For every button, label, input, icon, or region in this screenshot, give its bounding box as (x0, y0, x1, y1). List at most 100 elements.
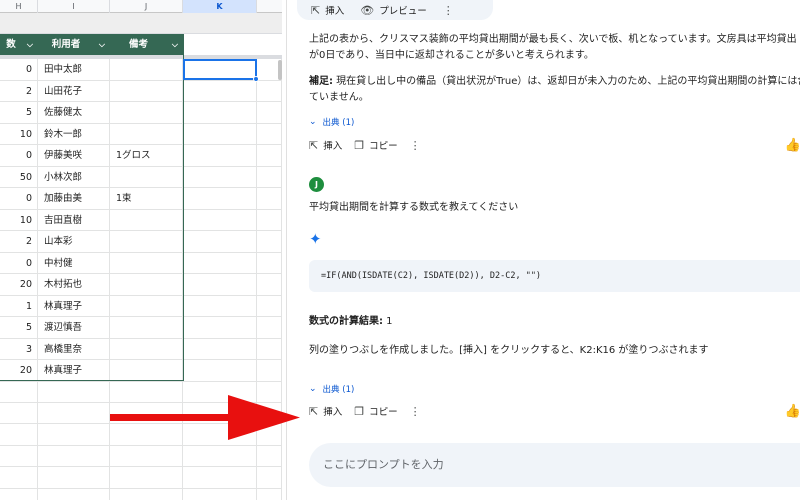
cell-l[interactable] (257, 166, 282, 188)
cell-l[interactable] (257, 102, 282, 124)
cell-l[interactable] (257, 145, 282, 167)
chevron-down-icon[interactable]: ⌵ (27, 34, 33, 55)
cell-l[interactable] (257, 252, 282, 274)
cell-l[interactable] (257, 188, 282, 210)
cell-user[interactable]: 渡辺慎吾 (38, 317, 110, 339)
cell-l[interactable] (257, 360, 282, 382)
empty-cell[interactable] (257, 445, 282, 467)
cell-user[interactable]: 佐藤健太 (38, 102, 110, 124)
cell-l[interactable] (257, 338, 282, 360)
cell-k[interactable] (183, 209, 257, 231)
empty-cell[interactable] (257, 488, 282, 500)
cell-k[interactable] (183, 295, 257, 317)
cell-note[interactable] (110, 166, 183, 188)
cell-k[interactable] (183, 123, 257, 145)
cell-k[interactable] (183, 317, 257, 339)
cell-note[interactable] (110, 209, 183, 231)
prompt-input[interactable]: ここにプロンプトを入力 (309, 443, 800, 487)
cell-note[interactable] (110, 295, 183, 317)
cell-k[interactable] (183, 145, 257, 167)
empty-cell[interactable] (0, 424, 38, 446)
cell-k[interactable] (183, 274, 257, 296)
cell-user[interactable]: 伊藤美咲 (38, 145, 110, 167)
cell-note[interactable]: 1グロス (110, 145, 183, 167)
cell-user[interactable]: 吉田直樹 (38, 209, 110, 231)
cell-user[interactable]: 加藤由美 (38, 188, 110, 210)
cell-l[interactable] (257, 317, 282, 339)
empty-cell[interactable] (38, 424, 110, 446)
empty-cell[interactable] (183, 445, 257, 467)
cell-count[interactable]: 0 (0, 188, 38, 210)
empty-cell[interactable] (0, 467, 38, 489)
insert-button[interactable]: ⇱ 挿入 (311, 3, 344, 18)
thumb-up-icon[interactable]: 👍 (785, 138, 800, 153)
cell-note[interactable] (110, 252, 183, 274)
fill-handle[interactable] (253, 76, 259, 82)
insert-button[interactable]: ⇱ 挿入 (309, 138, 342, 153)
cell-user[interactable]: 鈴木一郎 (38, 123, 110, 145)
cell-count[interactable]: 2 (0, 80, 38, 102)
cell-l[interactable] (257, 231, 282, 253)
cell-k[interactable] (183, 188, 257, 210)
cell-k[interactable] (183, 166, 257, 188)
cell-k[interactable] (183, 360, 257, 382)
cell-k[interactable] (183, 80, 257, 102)
header-user[interactable]: 利用者 ⌵ (38, 34, 110, 55)
cell-l[interactable] (257, 295, 282, 317)
cell-l[interactable] (257, 80, 282, 102)
empty-cell[interactable] (0, 488, 38, 500)
cell-note[interactable] (110, 102, 183, 124)
cell-user[interactable]: 田中太郎 (38, 59, 110, 81)
column-header-h[interactable]: H (0, 0, 38, 13)
cell-count[interactable]: 0 (0, 252, 38, 274)
cell-note[interactable] (110, 123, 183, 145)
more-options-button[interactable]: ⋮ (410, 139, 421, 152)
cell-k[interactable] (183, 252, 257, 274)
more-options-button[interactable]: ⋮ (443, 4, 454, 17)
cell-count[interactable]: 20 (0, 360, 38, 382)
cell-count[interactable]: 2 (0, 231, 38, 253)
cell-note[interactable] (110, 317, 183, 339)
empty-cell[interactable] (38, 467, 110, 489)
header-note[interactable]: 備考 ⌵ (110, 34, 183, 55)
cell-count[interactable]: 10 (0, 209, 38, 231)
empty-cell[interactable] (0, 445, 38, 467)
column-header-j[interactable]: J (110, 0, 183, 13)
empty-cell[interactable] (110, 488, 183, 500)
cell-count[interactable]: 50 (0, 166, 38, 188)
chevron-down-icon[interactable]: ⌵ (172, 34, 178, 55)
empty-cell[interactable] (38, 381, 110, 403)
empty-cell[interactable] (0, 402, 38, 424)
empty-cell[interactable] (183, 488, 257, 500)
empty-cell[interactable] (38, 402, 110, 424)
cell-note[interactable]: 1束 (110, 188, 183, 210)
cell-count[interactable]: 1 (0, 295, 38, 317)
cell-count[interactable]: 10 (0, 123, 38, 145)
cell-user[interactable]: 中村健 (38, 252, 110, 274)
cell-k[interactable] (183, 338, 257, 360)
empty-cell[interactable] (183, 467, 257, 489)
column-header-i[interactable]: I (38, 0, 110, 13)
cell-note[interactable] (110, 80, 183, 102)
cell-count[interactable]: 0 (0, 145, 38, 167)
copy-button[interactable]: ❐ コピー (354, 404, 397, 419)
cell-count[interactable]: 20 (0, 274, 38, 296)
scrollbar-thumb[interactable] (278, 60, 282, 80)
cell-count[interactable]: 5 (0, 317, 38, 339)
cell-note[interactable] (110, 338, 183, 360)
cell-k[interactable] (183, 102, 257, 124)
empty-cell[interactable] (38, 488, 110, 500)
column-header-l[interactable] (257, 0, 282, 13)
cell-user[interactable]: 林真理子 (38, 360, 110, 382)
cell-user[interactable]: 林真理子 (38, 295, 110, 317)
empty-cell[interactable] (110, 467, 183, 489)
cell-note[interactable] (110, 274, 183, 296)
cell-l[interactable] (257, 123, 282, 145)
sources-toggle-1[interactable]: ⌄ 出典 (1) (309, 116, 354, 128)
cell-user[interactable]: 山本彩 (38, 231, 110, 253)
cell-l[interactable] (257, 209, 282, 231)
cell-l[interactable] (257, 274, 282, 296)
preview-button[interactable]: 👁 プレビュー (360, 3, 426, 18)
header-count[interactable]: 数 ⌵ (0, 34, 38, 55)
cell-user[interactable]: 小林次郎 (38, 166, 110, 188)
